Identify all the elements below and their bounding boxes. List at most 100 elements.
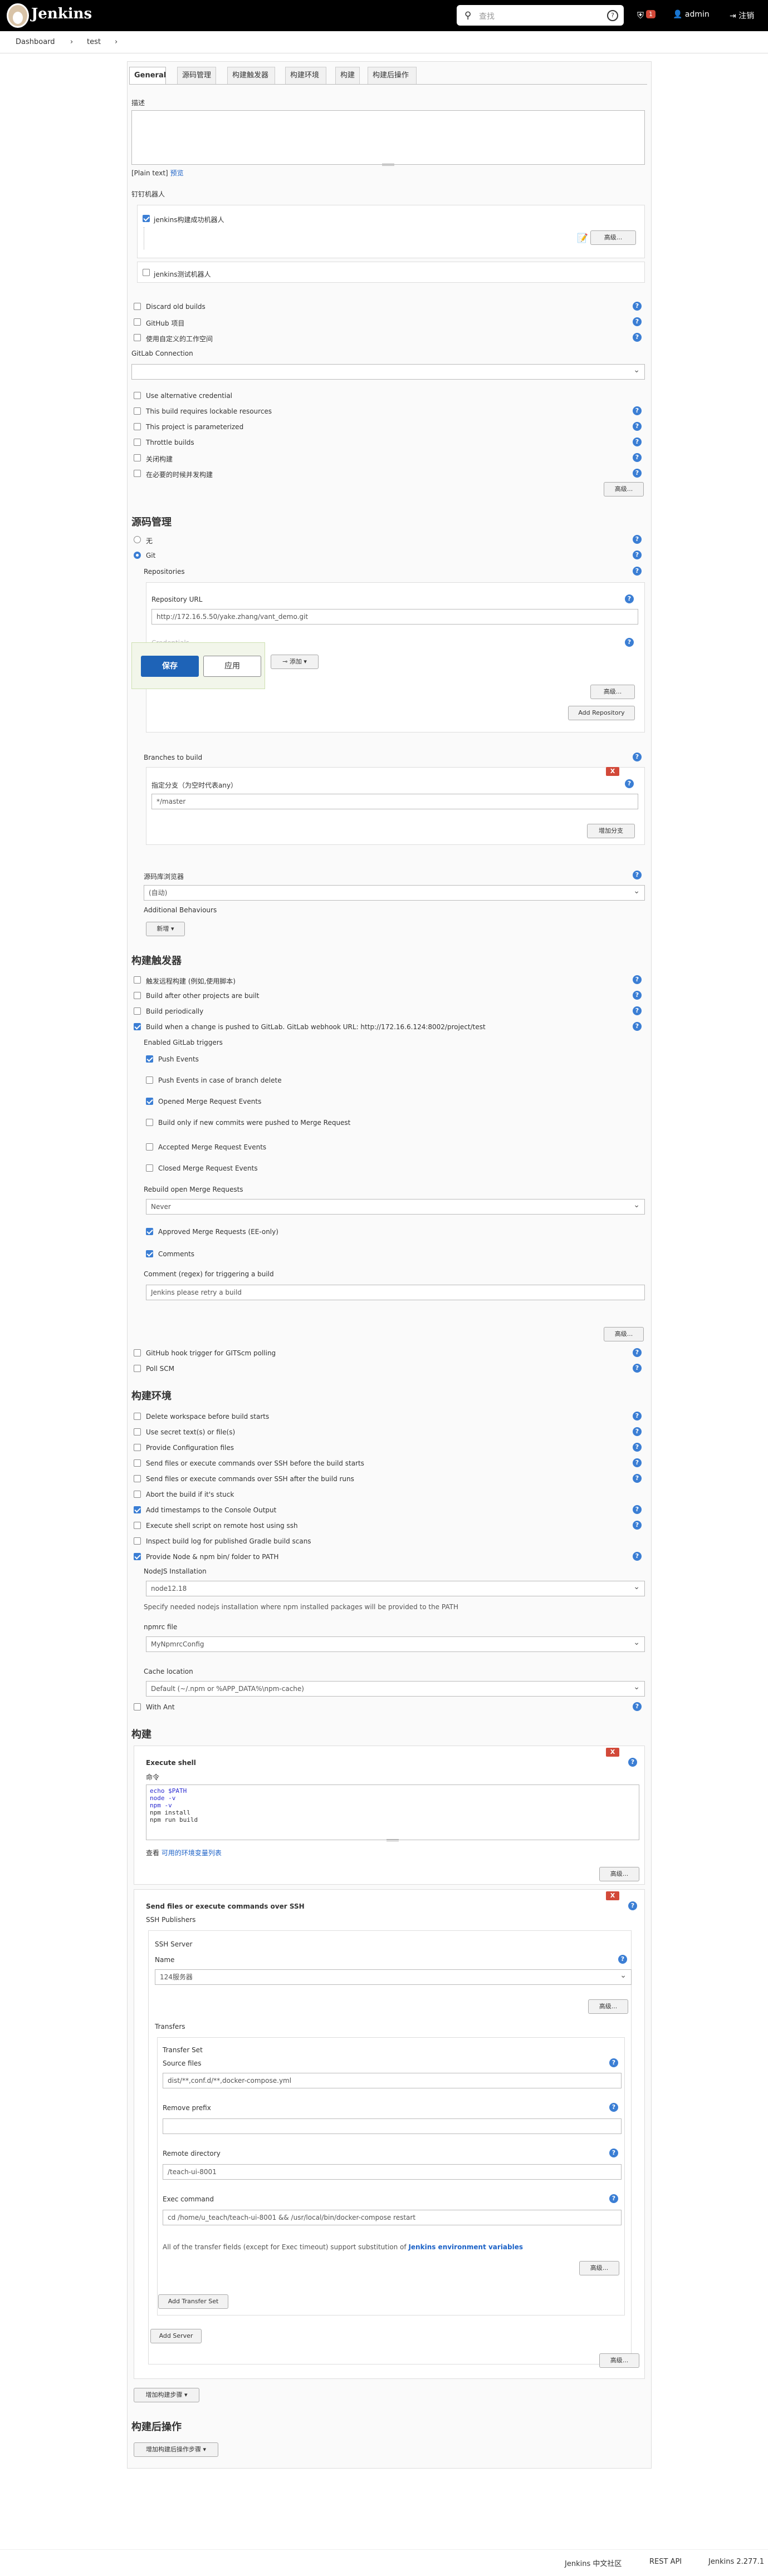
env-vars-link[interactable]: Jenkins environment variables xyxy=(408,2243,523,2251)
help-icon[interactable]: ? xyxy=(618,1955,627,1964)
search-box[interactable]: ⚲ 查找 ? xyxy=(457,5,624,26)
option-checkbox[interactable] xyxy=(134,392,141,399)
help-icon[interactable]: ? xyxy=(633,1552,642,1561)
shell-advanced-button[interactable]: 高级... xyxy=(599,1867,639,1881)
security-alert[interactable]: ⛨ 1 xyxy=(637,9,657,22)
repo-advanced-button[interactable]: 高级... xyxy=(590,685,635,699)
help-icon[interactable]: ? xyxy=(633,535,642,544)
cache-select[interactable]: Default (~/.npm or %APP_DATA%\npm-cache) xyxy=(146,1681,645,1697)
robot2-checkbox[interactable] xyxy=(143,269,150,276)
rebuild-select[interactable]: Never xyxy=(146,1199,645,1215)
delete-step-button[interactable]: X xyxy=(606,1891,619,1900)
help-icon[interactable]: ? xyxy=(625,779,634,788)
help-icon[interactable]: ? xyxy=(609,2194,618,2203)
brand-name[interactable]: Jenkins xyxy=(31,6,92,22)
remove-prefix-input[interactable] xyxy=(163,2118,622,2134)
repo-url-input[interactable]: http://172.16.5.50/yake.zhang/vant_demo.… xyxy=(151,609,638,625)
help-icon[interactable]: ? xyxy=(633,453,642,462)
gl-checkbox[interactable] xyxy=(146,1119,153,1126)
help-icon[interactable]: ? xyxy=(633,1427,642,1436)
help-icon[interactable]: ? xyxy=(633,1521,642,1530)
env-checkbox[interactable] xyxy=(134,1444,141,1451)
tab-build[interactable]: 构建 xyxy=(335,67,360,85)
breadcrumb-job[interactable]: test xyxy=(87,38,101,46)
delete-branch-button[interactable]: X xyxy=(606,767,619,776)
env-checkbox[interactable] xyxy=(134,1506,141,1513)
trigger-checkbox[interactable] xyxy=(134,1365,141,1372)
help-icon[interactable]: ? xyxy=(609,2149,618,2157)
help-icon[interactable]: ? xyxy=(633,317,642,326)
option-checkbox[interactable] xyxy=(134,439,141,446)
help-icon[interactable]: ? xyxy=(633,1364,642,1373)
editor-resize-handle[interactable] xyxy=(387,1839,399,1841)
help-icon[interactable]: ? xyxy=(633,753,642,761)
logout-link[interactable]: ⇥ 注销 xyxy=(730,10,754,21)
tab-general[interactable]: General xyxy=(129,67,166,85)
help-icon[interactable]: ? xyxy=(633,550,642,559)
gl-checkbox[interactable] xyxy=(146,1055,153,1063)
add-repository-button[interactable]: Add Repository xyxy=(568,706,635,720)
general-advanced-button[interactable]: 高级... xyxy=(604,482,644,496)
trigger-checkbox[interactable] xyxy=(134,1023,141,1030)
source-files-input[interactable]: dist/**,conf.d/**,docker-compose.yml xyxy=(163,2073,622,2088)
gitlab-connection-select[interactable] xyxy=(131,364,645,380)
breadcrumb-separator[interactable]: › xyxy=(70,38,73,46)
add-branch-button[interactable]: 增加分支 xyxy=(587,824,635,838)
help-icon[interactable]: ? xyxy=(633,1505,642,1514)
trigger-advanced-button[interactable]: 高级... xyxy=(604,1327,644,1341)
env-checkbox[interactable] xyxy=(134,1703,141,1710)
help-icon[interactable]: ? xyxy=(633,437,642,446)
help-icon[interactable]: ? xyxy=(633,1006,642,1015)
add-transfer-set-button[interactable]: Add Transfer Set xyxy=(158,2294,228,2309)
env-checkbox[interactable] xyxy=(134,1491,141,1498)
help-icon[interactable]: ? xyxy=(609,2058,618,2067)
robot1-checkbox[interactable] xyxy=(143,215,150,222)
transfer-advanced-button[interactable]: 高级... xyxy=(579,2261,619,2275)
trigger-checkbox[interactable] xyxy=(134,976,141,984)
gl-checkbox[interactable] xyxy=(146,1250,153,1257)
exec-command-input[interactable]: cd /home/u_teach/teach-ui-8001 && /usr/l… xyxy=(163,2210,622,2225)
logout-label[interactable]: 注销 xyxy=(738,12,754,21)
gl-checkbox[interactable] xyxy=(146,1228,153,1235)
textarea-resize-handle[interactable] xyxy=(382,164,394,166)
server-name-select[interactable]: 124服务器 xyxy=(155,1969,632,1985)
help-icon[interactable]: ? xyxy=(633,1412,642,1420)
footer-rest-api-link[interactable]: REST API xyxy=(649,2558,682,2566)
help-icon[interactable]: ? xyxy=(633,991,642,1000)
option-checkbox[interactable] xyxy=(134,303,141,310)
help-icon[interactable]: ? xyxy=(633,1348,642,1357)
help-icon[interactable]: ? xyxy=(633,567,642,576)
help-icon[interactable]: ? xyxy=(628,1758,637,1767)
help-icon[interactable]: ? xyxy=(628,1901,637,1910)
help-icon[interactable]: ? xyxy=(633,975,642,984)
option-checkbox[interactable] xyxy=(134,334,141,341)
env-vars-link[interactable]: 可用的环境变量列表 xyxy=(162,1849,222,1857)
help-icon[interactable]: ? xyxy=(633,1702,642,1711)
help-icon[interactable]: ? xyxy=(633,406,642,415)
add-credentials-button[interactable]: ⊸ 添加 ▾ xyxy=(271,655,319,669)
footer-version-link[interactable]: Jenkins 2.277.1 xyxy=(708,2558,764,2566)
help-icon[interactable]: ? xyxy=(633,302,642,311)
help-icon[interactable]: ? xyxy=(633,1022,642,1031)
repo-browser-select[interactable]: (自动) xyxy=(144,885,645,901)
nodejs-select[interactable]: node12.18 xyxy=(146,1581,645,1596)
branch-spec-input[interactable]: */master xyxy=(151,794,638,809)
option-checkbox[interactable] xyxy=(134,454,141,461)
env-checkbox[interactable] xyxy=(134,1459,141,1467)
help-icon[interactable]: ? xyxy=(625,638,634,647)
help-icon[interactable]: ? xyxy=(633,871,642,879)
help-icon[interactable]: ? xyxy=(633,1458,642,1467)
npmrc-select[interactable]: MyNpmrcConfig xyxy=(146,1636,645,1652)
gl-checkbox[interactable] xyxy=(146,1164,153,1172)
command-editor[interactable]: echo $PATH node -v npm -v npm install np… xyxy=(146,1784,639,1840)
env-checkbox[interactable] xyxy=(134,1475,141,1482)
env-checkbox[interactable] xyxy=(134,1413,141,1420)
breadcrumb-dashboard[interactable]: Dashboard xyxy=(16,38,55,46)
add-post-build-step-button[interactable]: 增加构建后操作步骤 ▾ xyxy=(134,2442,218,2457)
scm-none-radio[interactable] xyxy=(134,536,141,543)
option-checkbox[interactable] xyxy=(134,407,141,415)
robot1-advanced-button[interactable]: 高级... xyxy=(590,230,636,245)
remote-dir-input[interactable]: /teach-ui-8001 xyxy=(163,2164,622,2180)
trigger-checkbox[interactable] xyxy=(134,992,141,999)
help-icon[interactable]: ? xyxy=(633,1474,642,1483)
